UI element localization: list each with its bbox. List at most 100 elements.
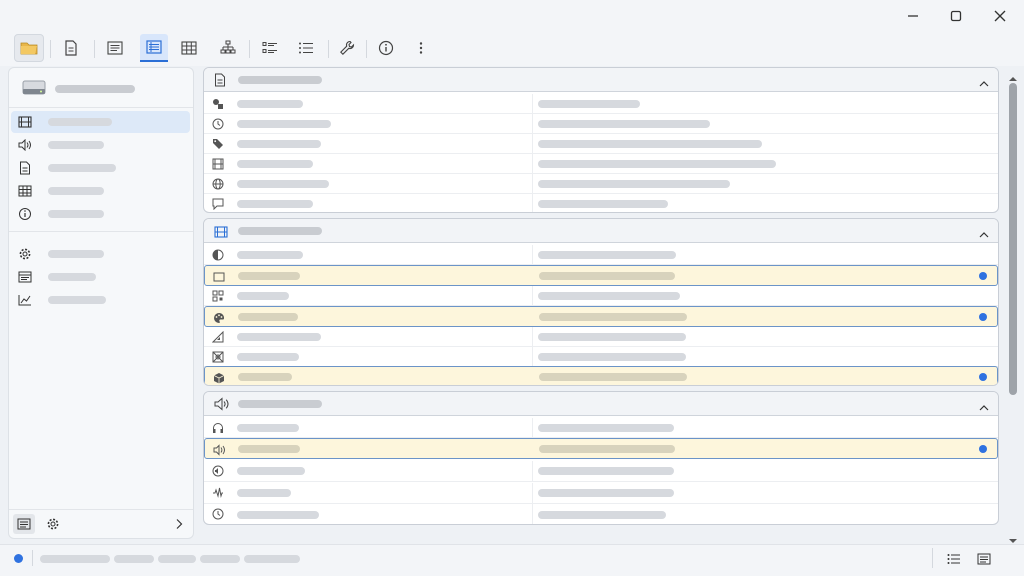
row-value bbox=[538, 100, 640, 108]
column-divider bbox=[532, 418, 533, 437]
gear-icon bbox=[47, 518, 59, 530]
column-divider bbox=[532, 327, 533, 346]
column-divider bbox=[532, 134, 533, 153]
column-divider bbox=[532, 504, 533, 524]
clock-icon bbox=[212, 118, 224, 130]
row-key bbox=[237, 511, 319, 519]
chevron-up-icon[interactable] bbox=[979, 226, 989, 244]
tools-button[interactable] bbox=[333, 34, 361, 62]
row-key bbox=[237, 353, 299, 361]
cube-icon bbox=[213, 371, 225, 385]
window-icon bbox=[18, 271, 32, 283]
minimize-button[interactable] bbox=[891, 0, 935, 32]
headphones-icon bbox=[212, 422, 224, 434]
row-value bbox=[538, 353, 686, 361]
sidebar-item-window[interactable] bbox=[11, 266, 190, 288]
sidebar-item-settings[interactable] bbox=[11, 243, 190, 265]
sidebar-item-statistics[interactable] bbox=[11, 289, 190, 311]
row-key bbox=[238, 313, 298, 321]
row-value bbox=[538, 424, 674, 432]
speaker-icon bbox=[214, 397, 230, 416]
document-view-button[interactable] bbox=[57, 34, 85, 62]
column-divider bbox=[532, 461, 533, 481]
table-row[interactable] bbox=[204, 418, 998, 438]
document-icon bbox=[20, 161, 30, 175]
bullet-list-icon bbox=[262, 42, 277, 53]
group-general bbox=[203, 67, 999, 213]
status-segment bbox=[200, 555, 240, 563]
sidebar-item-video[interactable] bbox=[11, 111, 190, 133]
list-view-button[interactable] bbox=[140, 34, 168, 62]
sidebar-item-info[interactable] bbox=[11, 203, 190, 225]
info-icon bbox=[19, 208, 31, 220]
table-row[interactable] bbox=[204, 174, 998, 194]
status-dot bbox=[979, 272, 987, 280]
audio-globe-icon bbox=[212, 465, 224, 477]
row-value bbox=[538, 292, 680, 300]
chart-icon bbox=[18, 295, 31, 306]
text-view-button[interactable] bbox=[101, 34, 129, 62]
tree-icon bbox=[220, 40, 236, 54]
drive-name bbox=[55, 85, 135, 93]
close-button[interactable] bbox=[978, 0, 1022, 32]
row-value bbox=[539, 313, 687, 321]
details-icon bbox=[977, 553, 991, 565]
table-row[interactable] bbox=[204, 94, 998, 114]
table-row[interactable] bbox=[204, 347, 998, 367]
table-row[interactable] bbox=[204, 134, 998, 154]
table-row[interactable] bbox=[204, 504, 998, 524]
table-row[interactable] bbox=[204, 483, 998, 504]
row-value bbox=[538, 200, 668, 208]
gear-icon bbox=[19, 248, 31, 260]
clock-icon bbox=[212, 508, 224, 520]
sidebar-item-audio[interactable] bbox=[11, 134, 190, 156]
group-general-header[interactable] bbox=[204, 68, 998, 92]
group-title bbox=[238, 400, 322, 408]
row-key bbox=[237, 200, 313, 208]
grid-view-button[interactable] bbox=[175, 34, 203, 62]
scrollbar-thumb[interactable] bbox=[1009, 83, 1017, 395]
bullet-list-view-button[interactable] bbox=[256, 34, 284, 62]
sidebar-item-table[interactable] bbox=[11, 180, 190, 202]
film-icon bbox=[214, 225, 228, 243]
row-key bbox=[237, 467, 305, 475]
row-value bbox=[538, 160, 776, 168]
chevron-up-icon[interactable] bbox=[979, 75, 989, 93]
table-row[interactable] bbox=[204, 194, 998, 212]
row-value bbox=[538, 511, 666, 519]
table-row-highlighted[interactable] bbox=[204, 306, 998, 327]
chevron-up-icon[interactable] bbox=[979, 399, 989, 417]
table-row[interactable] bbox=[204, 286, 998, 306]
group-video-header[interactable] bbox=[204, 219, 998, 243]
table-row-highlighted[interactable] bbox=[204, 265, 998, 286]
sidebar-item-label bbox=[48, 250, 104, 258]
tree-view-button[interactable] bbox=[214, 34, 242, 62]
more-button[interactable] bbox=[407, 34, 435, 62]
chevron-right-icon bbox=[176, 519, 183, 529]
details-view-button[interactable] bbox=[13, 514, 35, 534]
sidebar-settings-button[interactable] bbox=[44, 515, 62, 533]
group-title bbox=[238, 76, 322, 84]
table-row-highlighted[interactable] bbox=[204, 438, 998, 459]
column-divider bbox=[532, 94, 533, 113]
status-dot bbox=[979, 373, 987, 381]
sidebar-item-text[interactable] bbox=[11, 157, 190, 179]
maximize-button[interactable] bbox=[934, 0, 978, 32]
table-row[interactable] bbox=[204, 245, 998, 265]
table-row[interactable] bbox=[204, 114, 998, 134]
sidebar-expand-button[interactable] bbox=[172, 516, 186, 532]
table-row[interactable] bbox=[204, 327, 998, 347]
table-row[interactable] bbox=[204, 154, 998, 174]
info-button[interactable] bbox=[372, 34, 400, 62]
table-row-highlighted[interactable] bbox=[204, 366, 998, 385]
title-bar bbox=[0, 0, 1024, 32]
compact-list-view-button[interactable] bbox=[292, 34, 320, 62]
status-segment bbox=[244, 555, 300, 563]
status-list-button[interactable] bbox=[944, 551, 964, 567]
table-row[interactable] bbox=[204, 461, 998, 482]
sidebar-item-label bbox=[48, 273, 96, 281]
open-folder-button[interactable] bbox=[14, 34, 44, 62]
row-key bbox=[237, 160, 313, 168]
group-audio-header[interactable] bbox=[204, 392, 998, 416]
status-details-button[interactable] bbox=[974, 551, 994, 567]
